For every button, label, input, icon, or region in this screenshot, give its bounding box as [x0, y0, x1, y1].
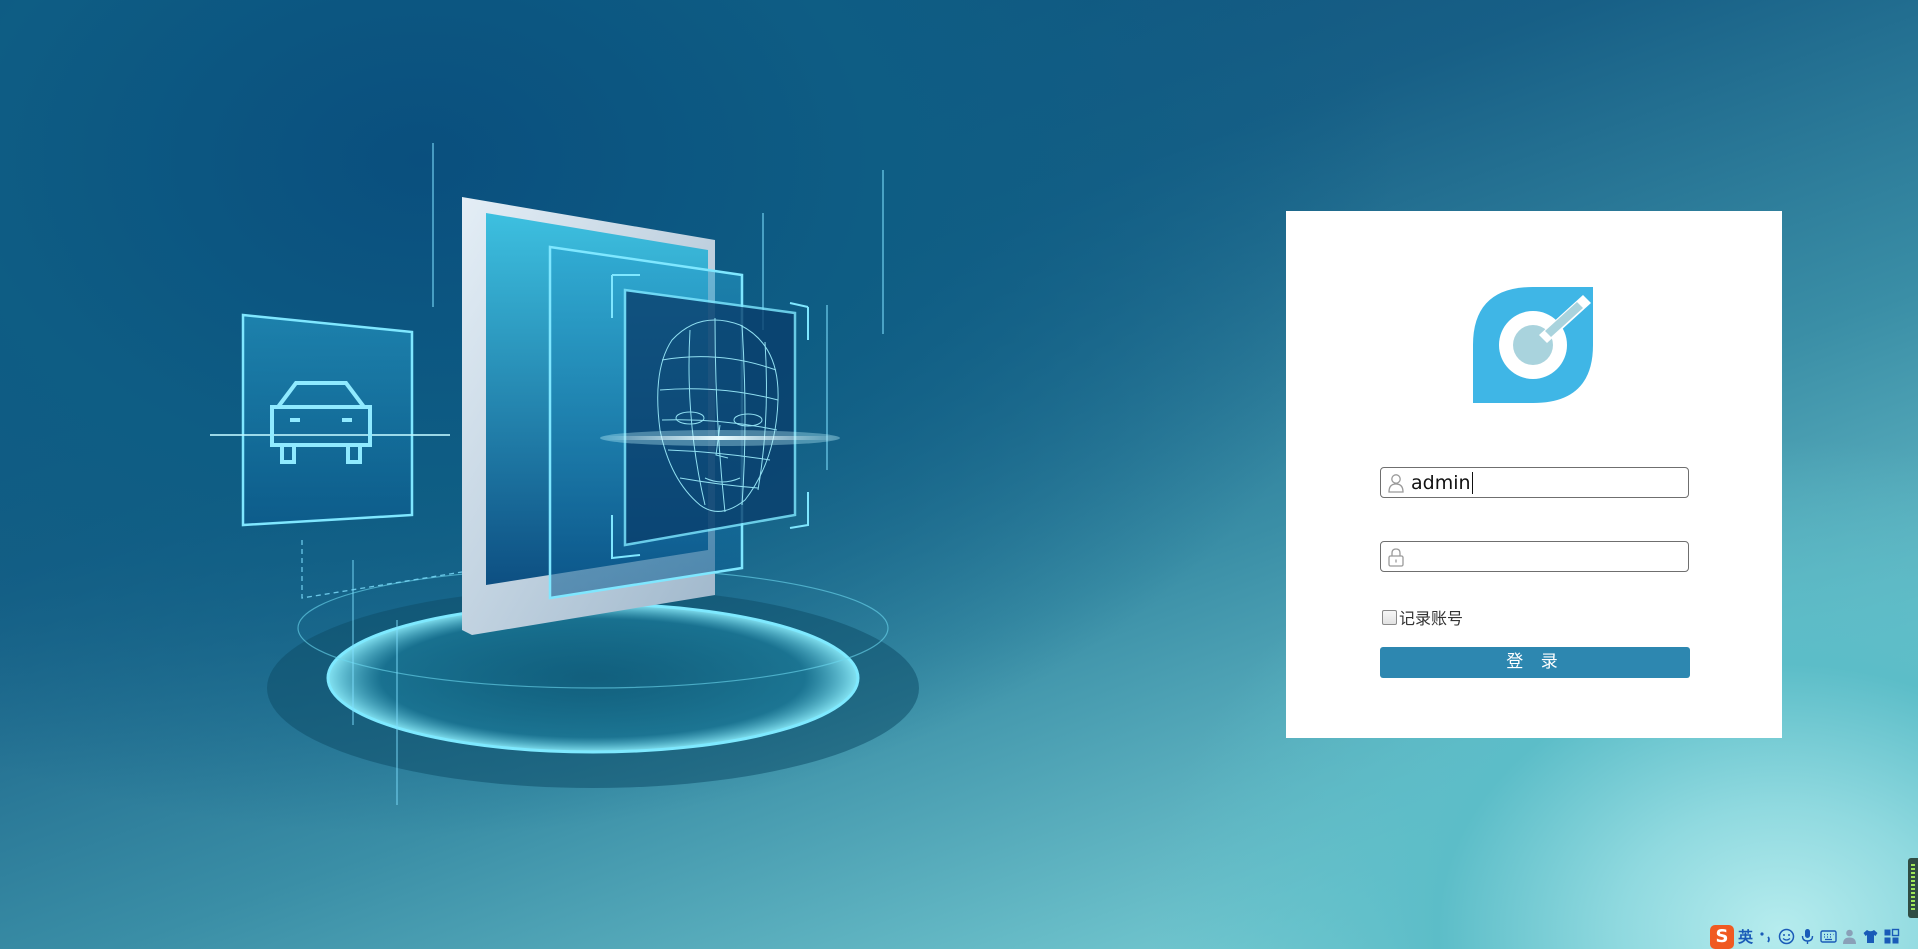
remember-label: 记录账号 [1399, 609, 1464, 628]
emoji-icon[interactable] [1778, 928, 1795, 945]
skin-icon[interactable] [1862, 928, 1879, 945]
text-caret [1472, 472, 1473, 494]
ime-logo-icon[interactable]: S [1710, 924, 1734, 949]
remember-account[interactable]: 记录账号 [1382, 606, 1463, 628]
password-input[interactable] [1411, 544, 1681, 569]
toolbox-icon[interactable] [1883, 928, 1900, 945]
face-panel [611, 274, 809, 560]
login-button[interactable]: 登 录 [1380, 647, 1690, 678]
password-field[interactable] [1380, 541, 1689, 572]
user-icon [1388, 474, 1404, 493]
username-input[interactable] [1411, 470, 1681, 495]
remember-checkbox[interactable] [1382, 609, 1397, 625]
platform-ring [326, 602, 860, 754]
ime-language-toggle[interactable]: 英 [1738, 926, 1753, 947]
microphone-icon[interactable] [1799, 928, 1816, 945]
level-meter [1911, 864, 1915, 912]
punctuation-icon[interactable] [1757, 928, 1774, 945]
username-field[interactable] [1380, 467, 1689, 498]
user-icon[interactable] [1841, 928, 1858, 945]
login-card: 记录账号 登 录 [1286, 211, 1782, 738]
keyboard-icon[interactable] [1820, 928, 1837, 945]
car-panel [210, 313, 450, 527]
lock-icon [1388, 548, 1404, 567]
ime-toolbar: S 英 [1710, 924, 1918, 949]
login-page: 记录账号 登 录 S 英 [0, 0, 1918, 949]
app-logo-icon [1473, 287, 1593, 403]
volume-level-widget[interactable] [1908, 858, 1918, 918]
